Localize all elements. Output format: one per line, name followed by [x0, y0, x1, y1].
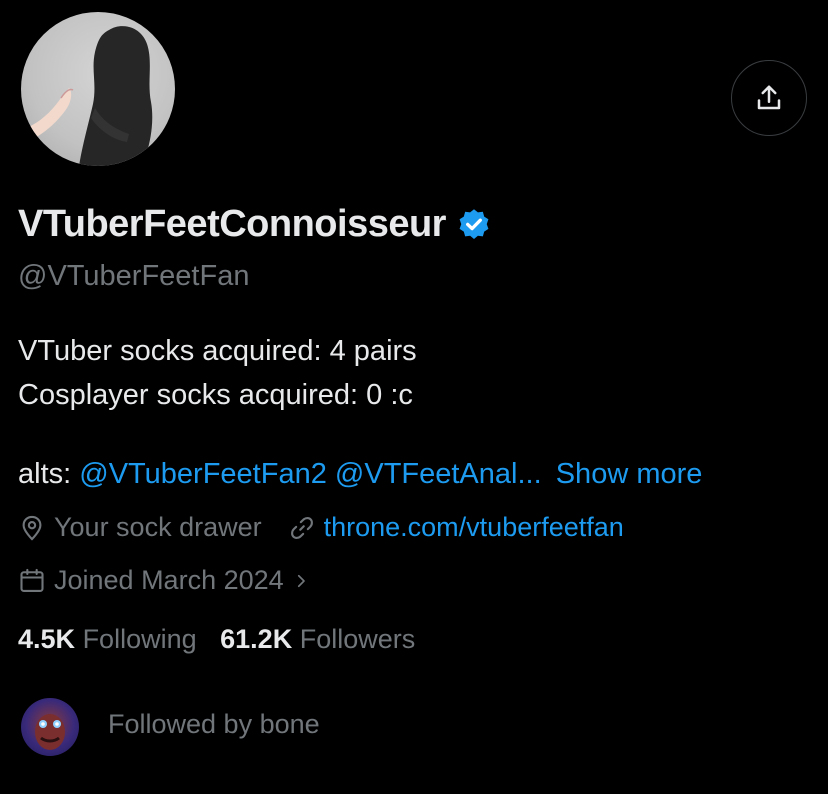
- link-icon: [290, 516, 313, 539]
- alt-mention-2[interactable]: @VTFeetAnal...: [335, 458, 542, 490]
- alts-prefix: alts:: [18, 458, 72, 490]
- bio-alts-line: alts: @VTuberFeetFan2 @VTFeetAnal... Sho…: [18, 458, 702, 491]
- profile-meta-row: Your sock drawer throne.com/vtuberfeetfa…: [18, 512, 624, 543]
- calendar-icon: [20, 568, 44, 592]
- profile-handle: @VTuberFeetFan: [18, 260, 250, 292]
- followers-stat[interactable]: 61.2K Followers: [220, 624, 415, 654]
- followers-count: 61.2K: [220, 624, 293, 654]
- profile-bio: VTuber socks acquired: 4 pairs Cosplayer…: [18, 329, 417, 417]
- location-item: Your sock drawer: [18, 512, 262, 543]
- joined-text: Joined March 2024: [54, 565, 284, 595]
- alt-mention-1[interactable]: @VTuberFeetFan2: [79, 458, 327, 490]
- profile-avatar[interactable]: [18, 9, 178, 169]
- avatar-silhouette-image: [21, 26, 153, 166]
- location-text: Your sock drawer: [54, 512, 262, 542]
- following-count: 4.5K: [18, 624, 76, 654]
- display-name-row: VTuberFeetConnoisseur: [18, 203, 492, 246]
- show-more-link[interactable]: Show more: [556, 458, 703, 490]
- followers-label: Followers: [299, 624, 416, 654]
- follower-avatar-image: [35, 714, 65, 750]
- joined-row[interactable]: Joined March 2024: [18, 565, 310, 596]
- bio-line: VTuber socks acquired: 4 pairs: [18, 335, 417, 367]
- followed-by-avatar[interactable]: [21, 698, 79, 756]
- share-button[interactable]: [731, 60, 807, 136]
- chevron-right-icon: [297, 574, 305, 587]
- location-pin-icon: [22, 515, 42, 541]
- website-link[interactable]: throne.com/vtuberfeetfan: [324, 512, 624, 543]
- share-icon: [757, 85, 781, 110]
- bio-line: Cosplayer socks acquired: 0 :c: [18, 379, 413, 411]
- following-label: Following: [82, 624, 197, 654]
- following-stat[interactable]: 4.5K Following: [18, 624, 197, 654]
- follow-stats: 4.5K Following 61.2K Followers: [18, 624, 415, 655]
- joined-item[interactable]: Joined March 2024: [18, 565, 310, 596]
- followed-by-text[interactable]: Followed by bone: [108, 709, 320, 740]
- display-name: VTuberFeetConnoisseur: [18, 203, 446, 245]
- website-item[interactable]: throne.com/vtuberfeetfan: [288, 512, 624, 543]
- verified-badge-icon[interactable]: [456, 207, 492, 243]
